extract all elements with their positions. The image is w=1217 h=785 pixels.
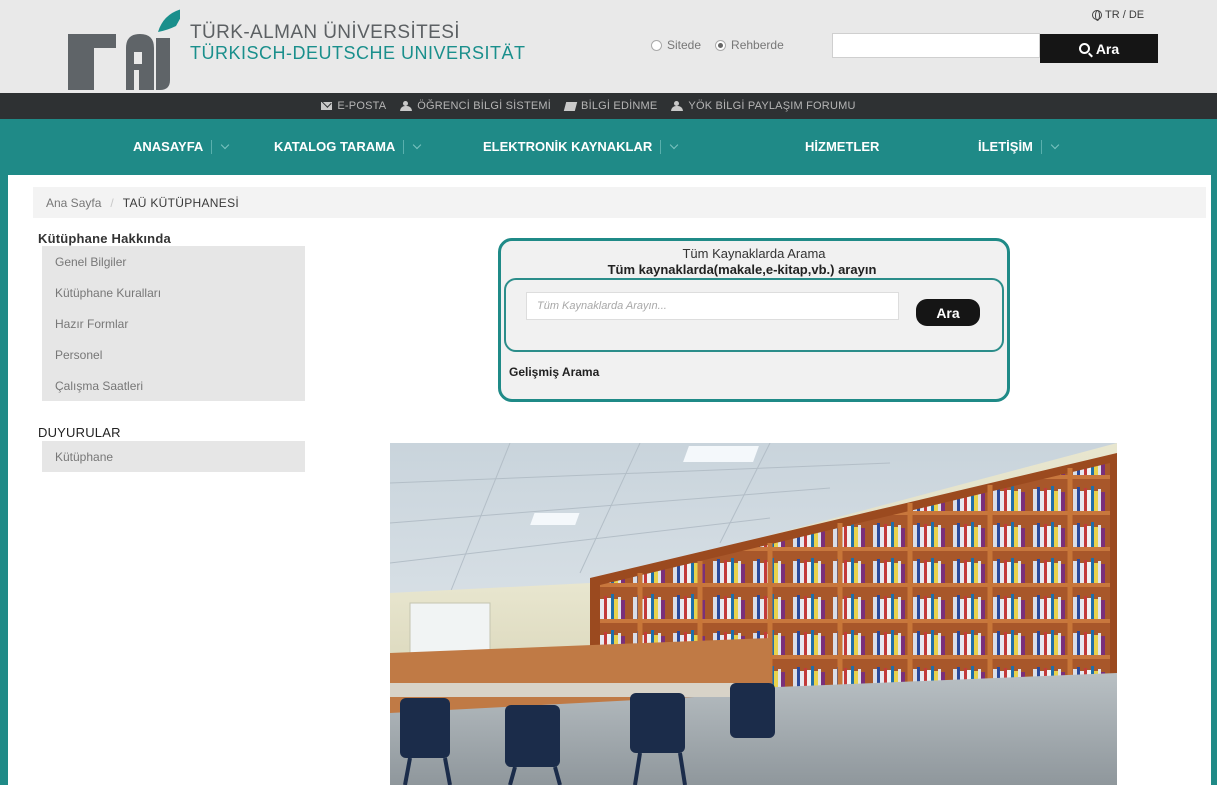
scope-rehberde-radio[interactable]: Rehberde <box>715 38 784 52</box>
breadcrumb-separator: / <box>110 195 114 210</box>
sidebar-item-hazir-formlar[interactable]: Hazır Formlar <box>42 308 305 339</box>
search-icon <box>1078 43 1090 54</box>
sidebar-announcements-title: DUYURULAR <box>38 425 121 440</box>
nav-label: İLETİŞİM <box>978 139 1033 154</box>
quick-link-label: E-POSTA <box>337 100 387 112</box>
university-name-tr: TÜRK-ALMAN ÜNİVERSİTESİ <box>190 22 460 43</box>
nav-divider <box>660 139 662 154</box>
nav-divider <box>211 139 213 154</box>
nav-divider <box>403 139 405 154</box>
search-panel-form: Ara <box>504 278 1004 352</box>
sidebar-item-kutuphane[interactable]: Kütüphane <box>42 441 305 472</box>
quick-link-label: BİLGİ EDİNME <box>581 100 658 112</box>
site-search-input[interactable] <box>832 33 1040 58</box>
scope-sitede-label: Sitede <box>667 38 702 52</box>
nav-label: ANASAYFA <box>133 139 204 154</box>
library-photo <box>390 443 1117 785</box>
nav-iletisim[interactable]: İLETİŞİM <box>978 139 1060 154</box>
radio-selected-icon[interactable] <box>715 39 727 51</box>
all-resources-search-panel: Tüm Kaynaklarda Arama Tüm kaynaklarda(ma… <box>498 238 1010 402</box>
nav-hizmetler[interactable]: HİZMETLER <box>805 139 879 154</box>
site-search-button[interactable]: Ara <box>1040 34 1158 63</box>
breadcrumb-home[interactable]: Ana Sayfa <box>46 196 101 210</box>
users-icon <box>671 101 684 111</box>
quick-link-eposta[interactable]: E-POSTA <box>321 100 386 112</box>
quick-link-obs[interactable]: ÖĞRENCİ BİLGİ SİSTEMİ <box>400 100 551 112</box>
search-panel-title: Tüm Kaynaklarda Arama <box>682 246 826 261</box>
nav-katalog-tarama[interactable]: KATALOG TARAMA <box>274 139 422 154</box>
chevron-down-icon[interactable] <box>413 140 422 149</box>
globe-icon <box>1092 10 1102 21</box>
quick-link-yok-forum[interactable]: YÖK BİLGİ PAYLAŞIM FORUMU <box>671 100 855 112</box>
nav-elektronik-kaynaklar[interactable]: ELEKTRONİK KAYNAKLAR <box>483 139 679 154</box>
sidebar-about-list: Genel Bilgiler Kütüphane Kuralları Hazır… <box>42 246 305 401</box>
language-switch-label[interactable]: TR / DE <box>1105 9 1144 21</box>
quick-link-label: ÖĞRENCİ BİLGİ SİSTEMİ <box>417 100 552 112</box>
sidebar-announcements-list: Kütüphane <box>42 441 305 472</box>
sidebar-item-calisma-saatleri[interactable]: Çalışma Saatleri <box>42 370 305 401</box>
all-resources-search-input[interactable] <box>526 292 899 320</box>
nav-label: ELEKTRONİK KAYNAKLAR <box>483 139 653 154</box>
sidebar-item-personel[interactable]: Personel <box>42 339 305 370</box>
radio-icon[interactable] <box>651 39 662 51</box>
quick-links-bar: E-POSTA ÖĞRENCİ BİLGİ SİSTEMİ BİLGİ EDİN… <box>0 93 1217 119</box>
main-nav: ANASAYFA KATALOG TARAMA ELEKTRONİK KAYNA… <box>0 119 1217 175</box>
nav-label: KATALOG TARAMA <box>274 139 396 154</box>
sidebar-about-title: Kütüphane Hakkında <box>38 231 171 246</box>
language-switch[interactable]: TR / DE <box>1092 9 1144 21</box>
page-content: Ana Sayfa / TAÜ KÜTÜPHANESİ Kütüphane Ha… <box>8 175 1211 785</box>
search-panel-subtitle: Tüm kaynaklarda(makale,e-kitap,vb.) aray… <box>607 262 877 277</box>
chevron-down-icon[interactable] <box>1050 140 1060 149</box>
quick-link-bilgi-edinme[interactable]: BİLGİ EDİNME <box>563 100 658 112</box>
all-resources-search-button[interactable]: Ara <box>916 299 980 326</box>
sidebar-item-genel-bilgiler[interactable]: Genel Bilgiler <box>42 246 305 277</box>
quick-link-label: YÖK BİLGİ PAYLAŞIM FORUMU <box>688 100 856 112</box>
chevron-down-icon[interactable] <box>670 140 679 149</box>
breadcrumb: Ana Sayfa / TAÜ KÜTÜPHANESİ <box>33 187 1206 218</box>
scope-sitede-radio[interactable]: Sitede <box>651 38 701 52</box>
site-search-button-label: Ara <box>1095 40 1120 57</box>
breadcrumb-current: TAÜ KÜTÜPHANESİ <box>122 195 240 210</box>
users-icon <box>400 101 413 111</box>
chevron-down-icon[interactable] <box>221 140 230 149</box>
sidebar-item-kutuphane-kurallari[interactable]: Kütüphane Kuralları <box>42 277 305 308</box>
nav-label: HİZMETLER <box>805 139 880 154</box>
nav-divider <box>1040 139 1042 154</box>
university-name-de: TÜRKISCH-DEUTSCHE UNIVERSITÄT <box>190 43 526 63</box>
advanced-search-link[interactable]: Gelişmiş Arama <box>509 365 599 379</box>
site-header: TÜRK-ALMAN ÜNİVERSİTESİ TÜRKISCH-DEUTSCH… <box>0 0 1217 93</box>
search-scope: Sitede Rehberde <box>651 38 798 52</box>
university-name: TÜRK-ALMAN ÜNİVERSİTESİ TÜRKISCH-DEUTSCH… <box>190 22 526 64</box>
tau-logo[interactable] <box>68 8 180 90</box>
scope-rehberde-label: Rehberde <box>731 38 784 52</box>
book-icon <box>563 101 578 111</box>
nav-anasayfa[interactable]: ANASAYFA <box>133 139 230 154</box>
envelope-icon <box>321 102 333 110</box>
